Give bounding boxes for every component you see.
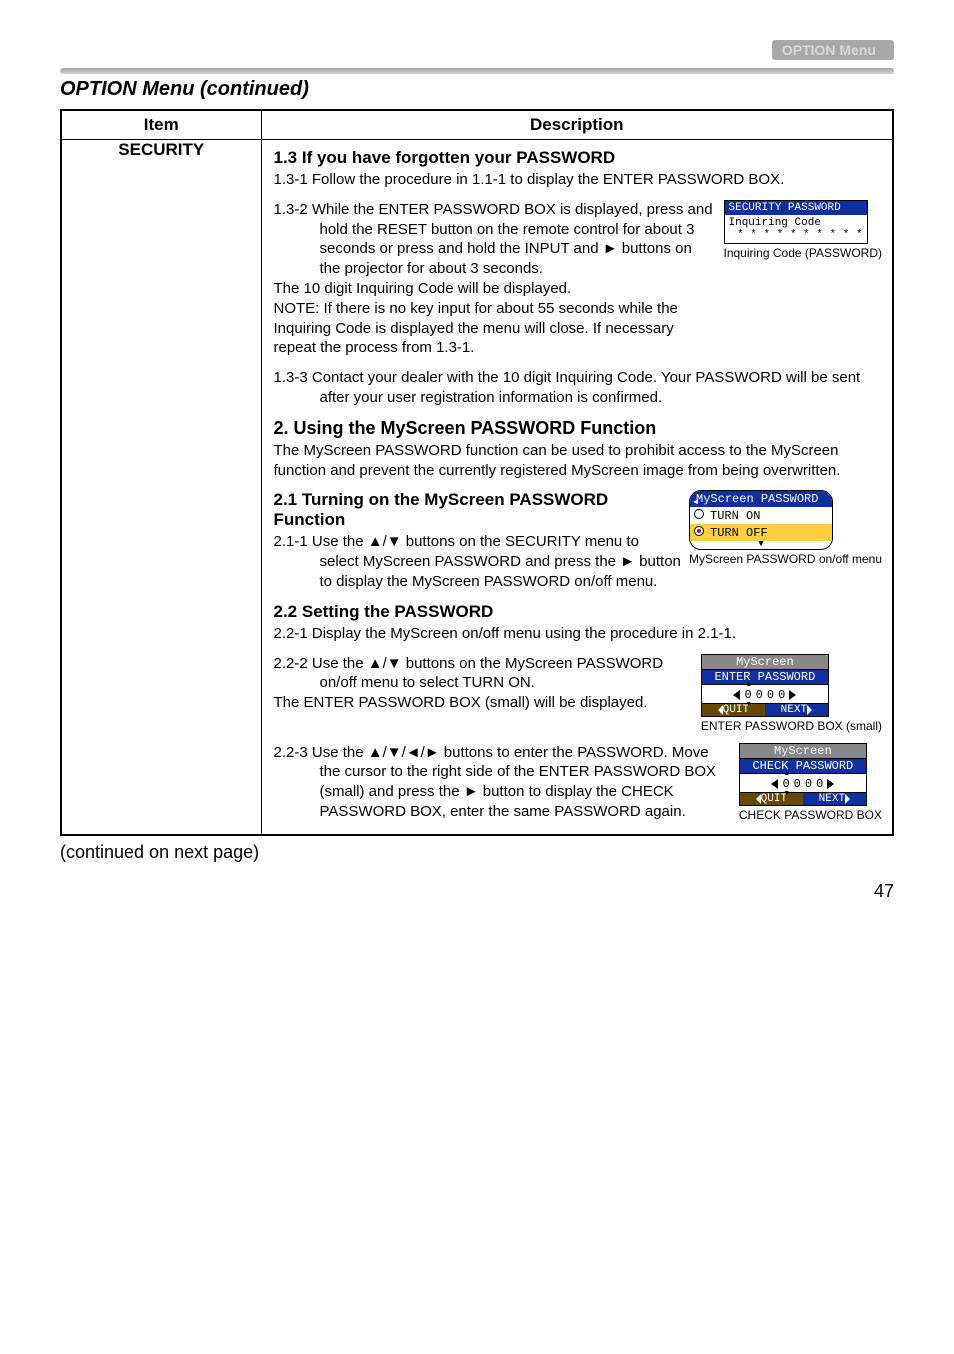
heading-2-1: 2.1 Turning on the MyScreen PASSWORD Fun… [274, 490, 682, 530]
enter-pw-caption: ENTER PASSWORD BOX (small) [701, 719, 882, 733]
description-cell: 1.3 If you have forgotten your PASSWORD … [261, 140, 893, 835]
text-1-3-1: 1.3-1 Follow the procedure in 1.1-1 to d… [274, 170, 883, 190]
text-2-2-2a: 2.2-2 Use the ▲/▼ buttons on the MyScree… [274, 654, 693, 694]
col-header-item: Item [61, 110, 261, 140]
quit-button: QUIT [702, 704, 765, 716]
col-header-description: Description [261, 110, 893, 140]
next-button: NEXT [765, 704, 828, 716]
page-number: 47 [60, 881, 894, 902]
text-1-3-2c: NOTE: If there is no key input for about… [274, 299, 716, 358]
header-menu-label: OPTION Menu [772, 40, 894, 60]
option-turn-on: TURN ON [690, 507, 832, 524]
check-pw-title2: CHECK PASSWORD [739, 759, 867, 774]
text-2-intro: The MyScreen PASSWORD function can be us… [274, 441, 883, 481]
continued-note: (continued on next page) [60, 842, 894, 863]
item-security: SECURITY [61, 140, 261, 835]
inquiring-label: Inquiring Code [729, 217, 863, 229]
check-pw-digits: 0000 [739, 774, 867, 793]
inquiring-caption: Inquiring Code (PASSWORD) [724, 246, 883, 260]
option-table: Item Description SECURITY 1.3 If you hav… [60, 109, 894, 836]
enter-pw-digits: 0000 [701, 685, 829, 704]
check-pw-caption: CHECK PASSWORD BOX [739, 808, 882, 822]
option-turn-off: TURN OFF [690, 524, 832, 541]
inquiring-panel-header: SECURITY PASSWORD [725, 201, 867, 215]
enter-pw-title1: MyScreen [701, 654, 829, 670]
heading-2: 2. Using the MyScreen PASSWORD Function [274, 418, 883, 439]
enter-password-panel: MyScreen ENTER PASSWORD 0000 QUIT NEXT [701, 654, 829, 717]
text-2-2-3: 2.2-3 Use the ▲/▼/◄/► buttons to enter t… [274, 743, 731, 822]
text-2-1-1: 2.1-1 Use the ▲/▼ buttons on the SECURIT… [274, 532, 682, 591]
myscreen-menu-caption: MyScreen PASSWORD on/off menu [689, 552, 882, 566]
quit-button-2: QUIT [740, 793, 803, 805]
header-divider [60, 68, 894, 74]
check-password-panel: MyScreen CHECK PASSWORD 0000 QUIT NEXT [739, 743, 867, 806]
enter-pw-title2: ENTER PASSWORD [701, 670, 829, 685]
text-2-2-1: 2.2-1 Display the MyScreen on/off menu u… [274, 624, 883, 644]
inquiring-stars: * * * * * * * * * * [729, 229, 863, 241]
heading-2-2: 2.2 Setting the PASSWORD [274, 602, 883, 622]
text-1-3-3: 1.3-3 Contact your dealer with the 10 di… [274, 368, 883, 408]
next-button-2: NEXT [803, 793, 866, 805]
heading-1-3: 1.3 If you have forgotten your PASSWORD [274, 148, 883, 168]
text-1-3-2a: 1.3-2 While the ENTER PASSWORD BOX is di… [274, 200, 716, 279]
section-title: OPTION Menu (continued) [60, 78, 894, 101]
inquiring-code-panel: SECURITY PASSWORD Inquiring Code * * * *… [724, 200, 868, 244]
myscreen-menu-title: ◂MyScreen PASSWORD [690, 491, 832, 507]
text-2-2-2b: The ENTER PASSWORD BOX (small) will be d… [274, 693, 693, 713]
check-pw-title1: MyScreen [739, 743, 867, 759]
myscreen-menu-panel: ◂MyScreen PASSWORD TURN ON TURN OFF ▼ [689, 490, 833, 550]
text-1-3-2b: The 10 digit Inquiring Code will be disp… [274, 279, 716, 299]
menu-arrow-icon: ▼ [690, 541, 832, 549]
